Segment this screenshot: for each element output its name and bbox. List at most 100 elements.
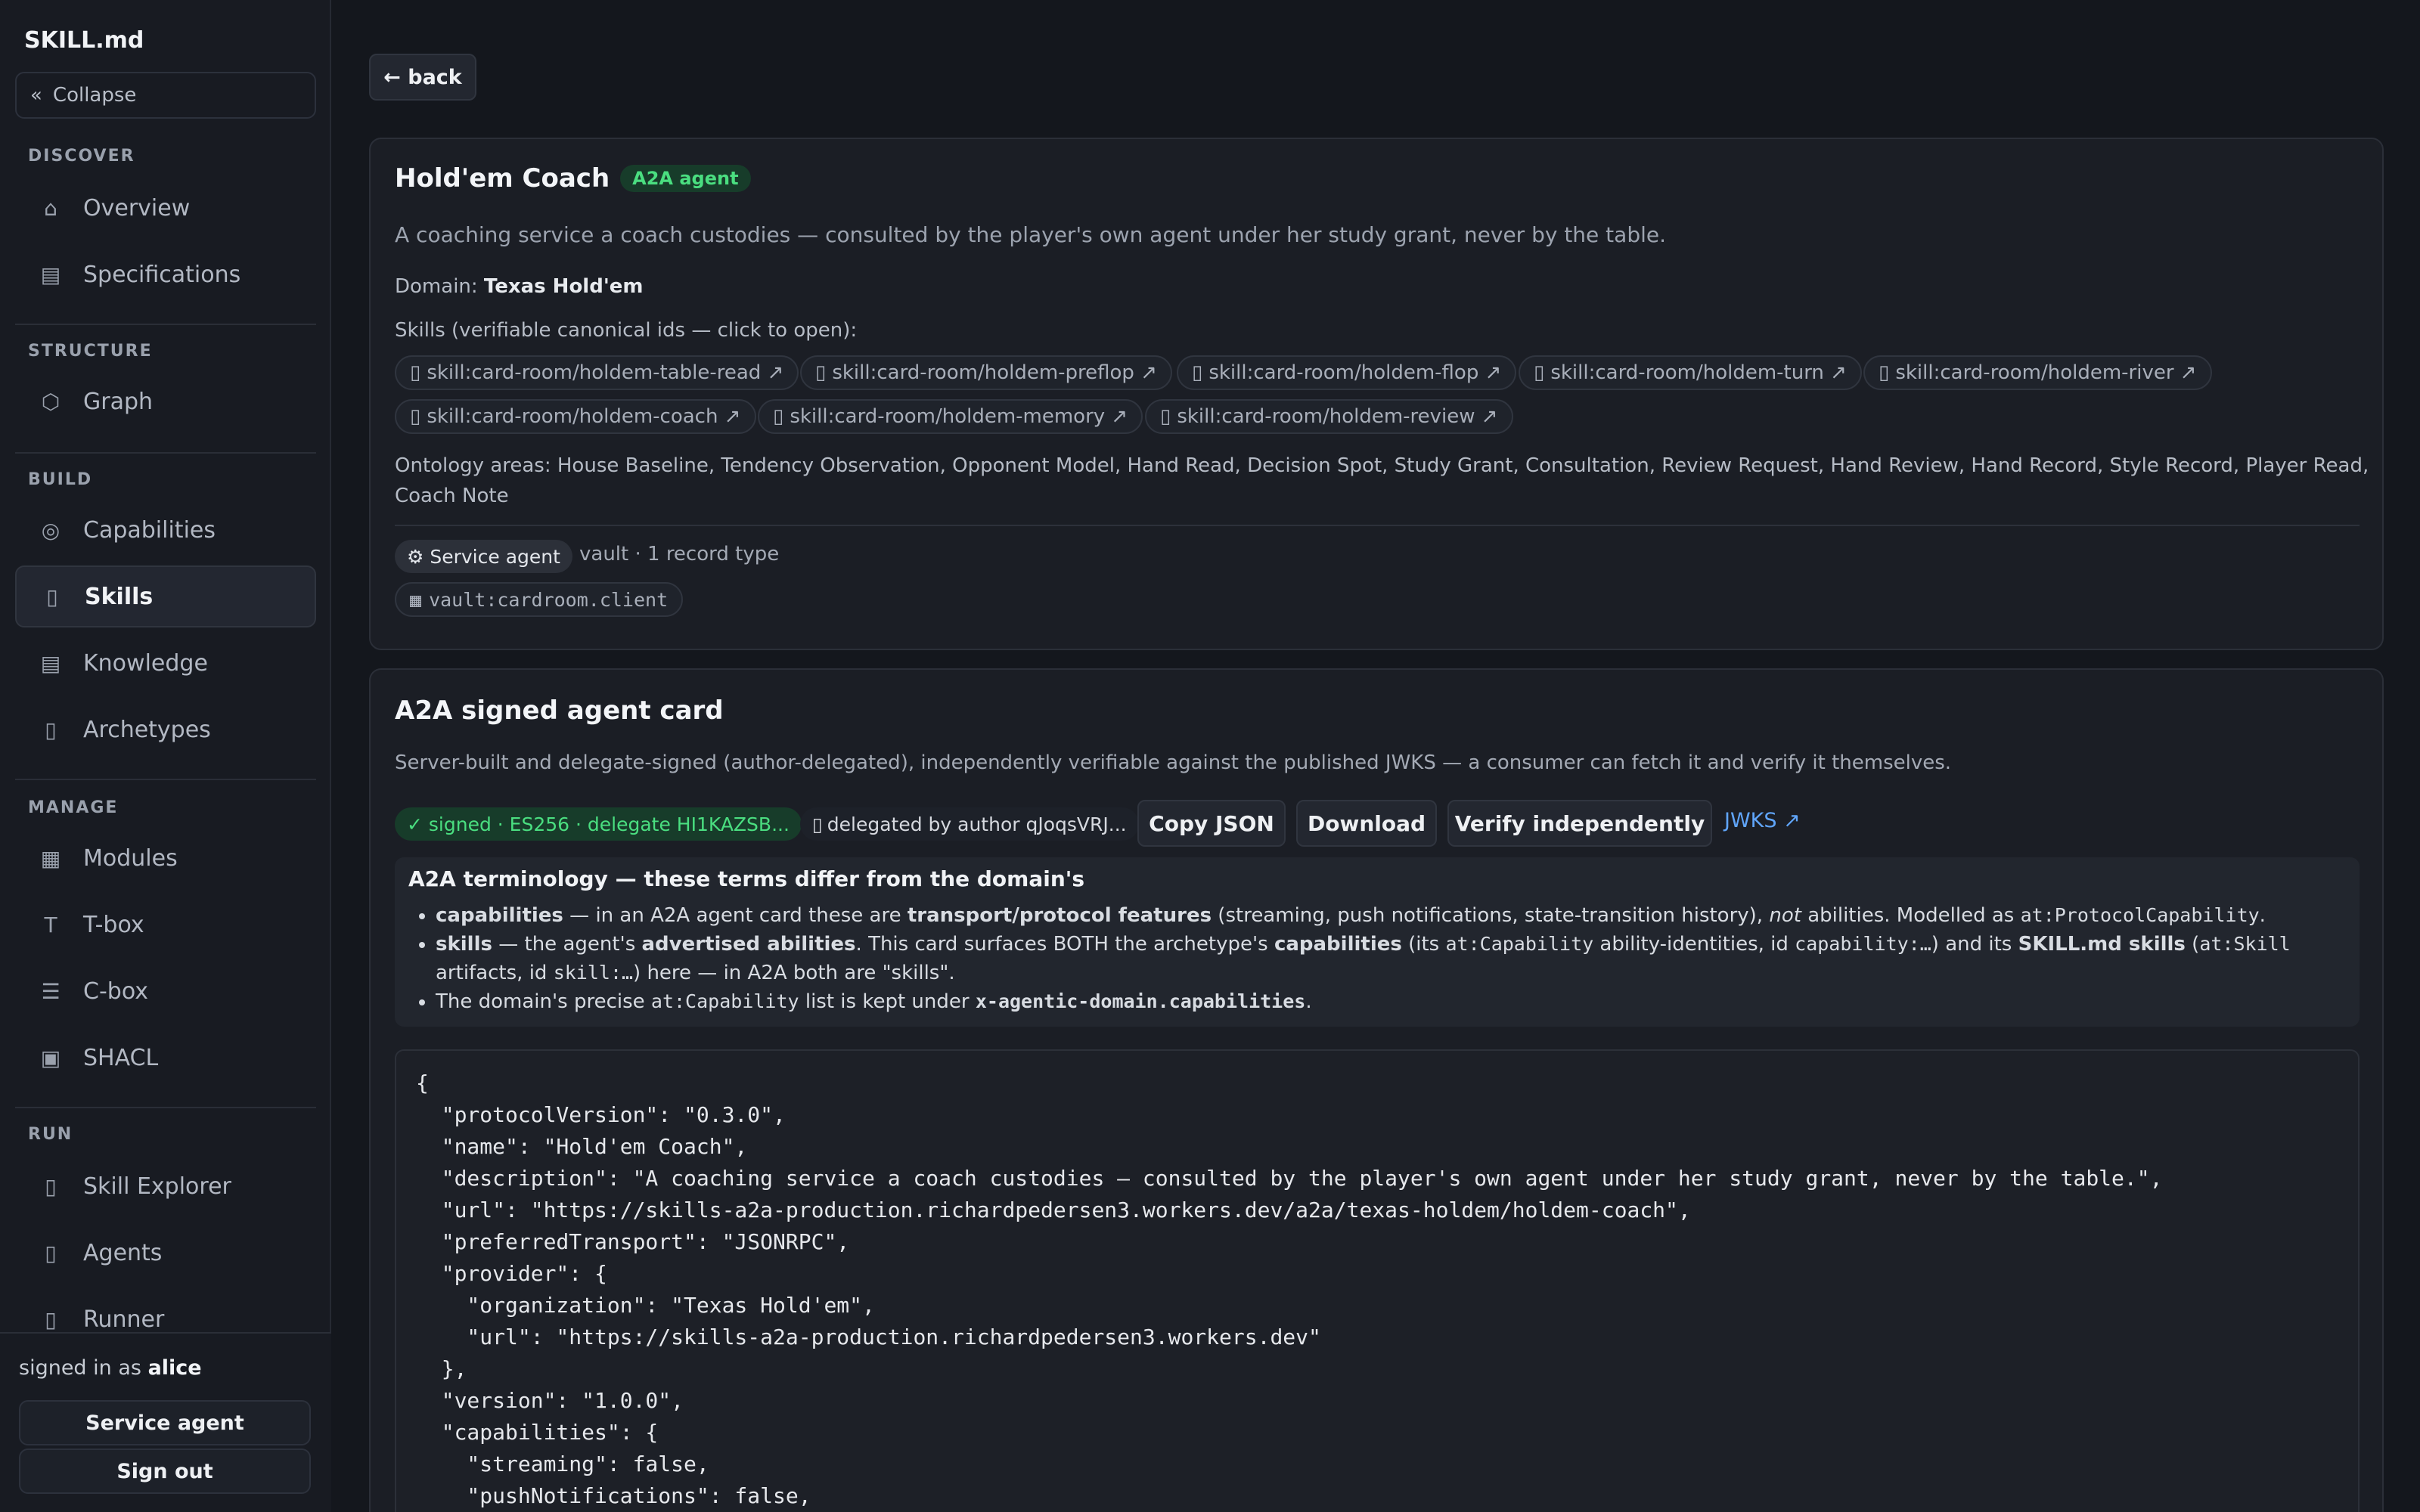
skill-icon: ▯ <box>1192 361 1203 384</box>
skill-chip[interactable]: ▯ skill:card-room/holdem-preflop ↗ <box>800 355 1172 390</box>
sidebar: SKILL.md « Collapse DISCOVER ⌂ Overview … <box>0 0 331 1512</box>
vault-chip: ▦ vault:cardroom.client <box>395 582 684 617</box>
divider <box>15 324 316 325</box>
signature-badge: ✓ signed · ES256 · delegate HI1KAZSB... <box>395 807 802 841</box>
agent-description: A coaching service a coach custodies — c… <box>395 222 1666 247</box>
copy-json-button[interactable]: Copy JSON <box>1137 800 1286 847</box>
sidebar-item-label: SHACL <box>83 1044 159 1071</box>
download-button[interactable]: Download <box>1296 800 1437 847</box>
divider <box>395 525 2360 526</box>
terminology-list: capabilities — in an A2A agent card thes… <box>436 901 2341 1016</box>
runner-icon: ▯ <box>45 1306 57 1332</box>
type-icon: T <box>44 912 57 937</box>
sidebar-item-label: Runner <box>83 1306 165 1333</box>
shape-icon: ▣ <box>40 1045 61 1070</box>
domain-value: Texas Hold'em <box>483 275 644 298</box>
sidebar-item-skill-explorer[interactable]: ▯ Skill Explorer <box>15 1155 316 1217</box>
skill-icon: ▯ <box>773 405 784 428</box>
skill-icon: ▯ <box>1160 405 1171 428</box>
divider <box>15 779 316 780</box>
card-title: A2A signed agent card <box>395 696 724 726</box>
sidebar-item-label: Knowledge <box>83 649 208 677</box>
sidebar-item-specifications[interactable]: ▤ Specifications <box>15 243 316 305</box>
sign-out-button[interactable]: Sign out <box>19 1448 311 1494</box>
sidebar-item-label: Capabilities <box>83 516 216 544</box>
section-build: BUILD <box>28 470 93 489</box>
signed-agent-card: A2A signed agent card Server-built and d… <box>369 668 2384 1512</box>
skill-chip[interactable]: ▯ skill:card-room/holdem-river ↗ <box>1863 355 2212 390</box>
archetype-icon: ▯ <box>45 717 57 742</box>
sidebar-item-label: Agents <box>83 1239 163 1266</box>
collapse-label: Collapse <box>52 84 137 107</box>
jwks-link[interactable]: JWKS ↗ <box>1724 809 1801 832</box>
sidebar-item-label: C-box <box>83 978 149 1005</box>
sidebar-item-agents[interactable]: ▯ Agents <box>15 1222 316 1284</box>
skill-icon: ▯ <box>410 405 421 428</box>
agent-name: Hold'em Coach <box>395 163 610 194</box>
brand-title: SKILL.md <box>24 27 144 54</box>
skill-chip[interactable]: ▯ skill:card-room/holdem-memory ↗ <box>758 399 1143 434</box>
agent-header: Hold'em Coach A2A agent <box>395 163 751 194</box>
signed-in-status: signed in as alice <box>19 1356 202 1380</box>
terminology-heading: A2A terminology — these terms differ fro… <box>408 866 1085 891</box>
sidebar-item-label: Modules <box>83 844 178 872</box>
sidebar-item-label: Specifications <box>83 261 241 288</box>
agent-icon: ▯ <box>45 1240 57 1266</box>
sidebar-item-label: T-box <box>83 911 144 938</box>
delegation-badge: ▯ delegated by author qJoqsVRJ... <box>800 807 1139 841</box>
service-agent-badge: ⚙ Service agent <box>395 540 572 573</box>
sidebar-item-overview[interactable]: ⌂ Overview <box>15 177 316 239</box>
author-icon: ▯ <box>812 813 823 835</box>
service-agent-button[interactable]: Service agent <box>19 1400 311 1445</box>
verify-button[interactable]: Verify independently <box>1447 800 1712 847</box>
section-discover: DISCOVER <box>28 147 135 166</box>
skill-chip[interactable]: ▯ skill:card-room/holdem-turn ↗ <box>1519 355 1862 390</box>
section-structure: STRUCTURE <box>28 342 153 361</box>
agent-card-json[interactable]: { "protocolVersion": "0.3.0", "name": "H… <box>395 1049 2360 1512</box>
vault-summary: vault · 1 record type <box>579 543 780 565</box>
skill-icon: ▯ <box>46 584 58 609</box>
sidebar-item-label: Graph <box>83 388 154 415</box>
sidebar-item-label: Overview <box>83 194 191 222</box>
sidebar-item-tbox[interactable]: T T-box <box>15 894 316 956</box>
divider <box>15 1107 316 1108</box>
back-button[interactable]: ← back <box>369 54 476 101</box>
skill-icon: ▯ <box>410 361 421 384</box>
sidebar-item-label: Skills <box>85 583 154 610</box>
skill-icon: ▯ <box>1534 361 1545 384</box>
list-item: The domain's precise at:Capability list … <box>436 987 2341 1016</box>
skill-chip[interactable]: ▯ skill:card-room/holdem-table-read ↗ <box>395 355 799 390</box>
graph-icon: ⬡ <box>41 389 60 414</box>
collapse-icon: « <box>30 84 42 107</box>
sidebar-item-knowledge[interactable]: ▤ Knowledge <box>15 632 316 694</box>
sidebar-item-shacl[interactable]: ▣ SHACL <box>15 1027 316 1089</box>
username: alice <box>147 1356 202 1380</box>
sidebar-item-graph[interactable]: ⬡ Graph <box>15 370 316 432</box>
sidebar-item-label: Archetypes <box>83 716 211 743</box>
sidebar-item-modules[interactable]: ▦ Modules <box>15 827 316 889</box>
sidebar-item-skills[interactable]: ▯ Skills <box>15 565 316 627</box>
terminology-note: A2A terminology — these terms differ fro… <box>395 857 2360 1027</box>
skill-chip[interactable]: ▯ skill:card-room/holdem-coach ↗ <box>395 399 756 434</box>
section-manage: MANAGE <box>28 798 119 817</box>
skill-chip[interactable]: ▯ skill:card-room/holdem-flop ↗ <box>1177 355 1517 390</box>
grid-icon: ▦ <box>40 845 61 871</box>
card-subtitle: Server-built and delegate-signed (author… <box>395 751 1952 774</box>
section-run: RUN <box>28 1125 73 1144</box>
book-icon: ▤ <box>40 650 61 676</box>
document-icon: ▤ <box>40 262 61 287</box>
agent-domain: Domain: Texas Hold'em <box>395 275 644 298</box>
sidebar-item-archetypes[interactable]: ▯ Archetypes <box>15 699 316 761</box>
ontology-areas: Ontology areas: House Baseline, Tendency… <box>395 454 2369 507</box>
sidebar-item-cbox[interactable]: ☰ C-box <box>15 960 316 1022</box>
vault-icon: ▦ <box>410 588 422 611</box>
divider <box>15 452 316 454</box>
agent-details-card: Hold'em Coach A2A agent A coaching servi… <box>369 138 2384 650</box>
sidebar-item-label: Skill Explorer <box>83 1173 231 1200</box>
sidebar-footer: signed in as alice Service agent Sign ou… <box>0 1332 331 1512</box>
skill-chip[interactable]: ▯ skill:card-room/holdem-review ↗ <box>1145 399 1513 434</box>
collapse-button[interactable]: « Collapse <box>15 72 316 119</box>
sidebar-item-capabilities[interactable]: ◎ Capabilities <box>15 499 316 561</box>
skill-icon: ▯ <box>815 361 827 384</box>
target-icon: ◎ <box>41 517 60 543</box>
